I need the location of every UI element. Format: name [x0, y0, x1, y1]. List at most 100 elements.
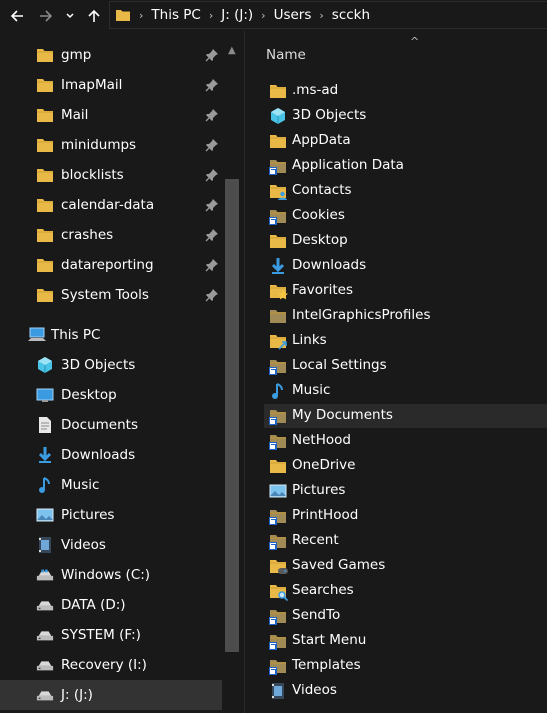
nav-item-label: minidumps	[61, 137, 137, 153]
breadcrumb-this-pc[interactable]: This PC	[145, 7, 206, 23]
folder-icon	[36, 286, 54, 304]
nav-item-datareporting[interactable]: datareporting	[0, 250, 222, 280]
scroll-up-icon[interactable]: ▲	[228, 45, 236, 56]
file-row-searches[interactable]: Searches	[264, 579, 547, 603]
file-row-ms-ad[interactable]: .ms-ad	[264, 79, 547, 103]
folder-icon	[36, 196, 54, 214]
folder-icon	[36, 226, 54, 244]
pin-icon[interactable]	[205, 228, 219, 242]
nav-item-label: Documents	[61, 417, 138, 433]
back-button[interactable]	[6, 0, 28, 31]
file-row-videos[interactable]: Videos	[264, 679, 547, 703]
nav-item-gmp[interactable]: gmp	[0, 40, 222, 70]
folder-icon	[269, 82, 287, 100]
nav-item-3d-objects[interactable]: 3D Objects	[0, 350, 222, 380]
nav-item-label: SYSTEM (F:)	[61, 627, 141, 643]
up-button[interactable]	[84, 0, 104, 31]
file-row-favorites[interactable]: Favorites	[264, 279, 547, 303]
file-row-intelgraphicsprofiles[interactable]: IntelGraphicsProfiles	[264, 304, 547, 328]
column-header-name[interactable]: Name	[266, 47, 306, 63]
pin-icon[interactable]	[205, 48, 219, 62]
nav-item-minidumps[interactable]: minidumps	[0, 130, 222, 160]
navigation-scrollbar[interactable]: ▲	[222, 31, 244, 713]
folder-shortcut-icon	[269, 657, 287, 675]
file-row-contacts[interactable]: Contacts	[264, 179, 547, 203]
breadcrumb-separator-icon: ›	[208, 8, 214, 22]
pin-icon[interactable]	[205, 138, 219, 152]
pin-icon[interactable]	[205, 258, 219, 272]
file-row-printhood[interactable]: PrintHood	[264, 504, 547, 528]
file-row-cookies[interactable]: Cookies	[264, 204, 547, 228]
pin-icon[interactable]	[205, 198, 219, 212]
nav-item-label: Pictures	[61, 507, 115, 523]
nav-item-mail[interactable]: Mail	[0, 100, 222, 130]
drive-icon	[36, 686, 54, 704]
file-row-saved-games[interactable]: Saved Games	[264, 554, 547, 578]
nav-item-windows-c[interactable]: Windows (C:)	[0, 560, 222, 590]
nav-item-desktop[interactable]: Desktop	[0, 380, 222, 410]
file-row-links[interactable]: Links	[264, 329, 547, 353]
pane-divider[interactable]	[244, 31, 245, 713]
pin-icon[interactable]	[205, 78, 219, 92]
nav-item-label: Music	[61, 477, 100, 493]
file-row-templates[interactable]: Templates	[264, 654, 547, 678]
file-name: .ms-ad	[292, 82, 339, 98]
saved-games-icon	[269, 557, 288, 575]
nav-item-label: DATA (D:)	[61, 597, 126, 613]
pin-icon[interactable]	[205, 288, 219, 302]
nav-item-this-pc[interactable]: This PC	[0, 320, 222, 350]
file-name: 3D Objects	[292, 107, 367, 123]
file-row-local-settings[interactable]: Local Settings	[264, 354, 547, 378]
file-row-3d-objects[interactable]: 3D Objects	[264, 104, 547, 128]
file-row-pictures[interactable]: Pictures	[264, 479, 547, 503]
breadcrumb-scckh[interactable]: scckh	[326, 7, 376, 23]
file-row-sendto[interactable]: SendTo	[264, 604, 547, 628]
breadcrumb-j-drive[interactable]: J: (J:)	[215, 7, 259, 23]
nav-item-data-d[interactable]: DATA (D:)	[0, 590, 222, 620]
address-bar[interactable]: › This PC › J: (J:) › Users › scckh	[109, 1, 547, 29]
nav-item-blocklists[interactable]: blocklists	[0, 160, 222, 190]
file-name: Favorites	[292, 282, 353, 298]
file-row-application-data[interactable]: Application Data	[264, 154, 547, 178]
scrollbar-thumb[interactable]	[225, 179, 239, 652]
forward-button[interactable]	[35, 0, 57, 31]
nav-item-music[interactable]: Music	[0, 470, 222, 500]
file-name: Application Data	[292, 157, 404, 173]
file-row-recent[interactable]: Recent	[264, 529, 547, 553]
navigation-pane: gmp ImapMail Mail minidumps blocklists calend…	[0, 31, 244, 713]
file-name: PrintHood	[292, 507, 359, 523]
file-row-downloads[interactable]: Downloads	[264, 254, 547, 278]
favorites-icon	[269, 282, 288, 300]
file-row-music[interactable]: Music	[264, 379, 547, 403]
recent-locations-button[interactable]	[62, 0, 78, 31]
windows-drive-icon	[36, 566, 54, 584]
nav-item-imapmail[interactable]: ImapMail	[0, 70, 222, 100]
file-row-appdata[interactable]: AppData	[264, 129, 547, 153]
file-row-onedrive[interactable]: OneDrive	[264, 454, 547, 478]
nav-item-pictures[interactable]: Pictures	[0, 500, 222, 530]
file-row-desktop[interactable]: Desktop	[264, 229, 547, 253]
file-row-nethood[interactable]: NetHood	[264, 429, 547, 453]
nav-item-videos[interactable]: Videos	[0, 530, 222, 560]
folder-icon	[269, 457, 287, 475]
nav-item-calendar-data[interactable]: calendar-data	[0, 190, 222, 220]
nav-item-system-tools[interactable]: System Tools	[0, 280, 222, 310]
nav-item-downloads[interactable]: Downloads	[0, 440, 222, 470]
pin-icon[interactable]	[205, 168, 219, 182]
pin-icon[interactable]	[205, 108, 219, 122]
nav-item-crashes[interactable]: crashes	[0, 220, 222, 250]
file-row-my-documents[interactable]: My Documents	[264, 404, 547, 428]
nav-item-j-j[interactable]: J: (J:)	[0, 680, 222, 710]
folder-shortcut-icon	[269, 507, 287, 525]
nav-item-documents[interactable]: Documents	[0, 410, 222, 440]
folder-icon	[36, 76, 54, 94]
nav-item-system-f[interactable]: SYSTEM (F:)	[0, 620, 222, 650]
file-row-start-menu[interactable]: Start Menu	[264, 629, 547, 653]
videos-icon	[36, 536, 54, 554]
folder-shortcut-icon	[269, 432, 287, 450]
nav-item-recovery-i[interactable]: Recovery (I:)	[0, 650, 222, 680]
file-name: Desktop	[292, 232, 348, 248]
forward-arrow-icon	[40, 9, 53, 22]
breadcrumb-users[interactable]: Users	[268, 7, 318, 23]
folder-icon	[36, 106, 54, 124]
